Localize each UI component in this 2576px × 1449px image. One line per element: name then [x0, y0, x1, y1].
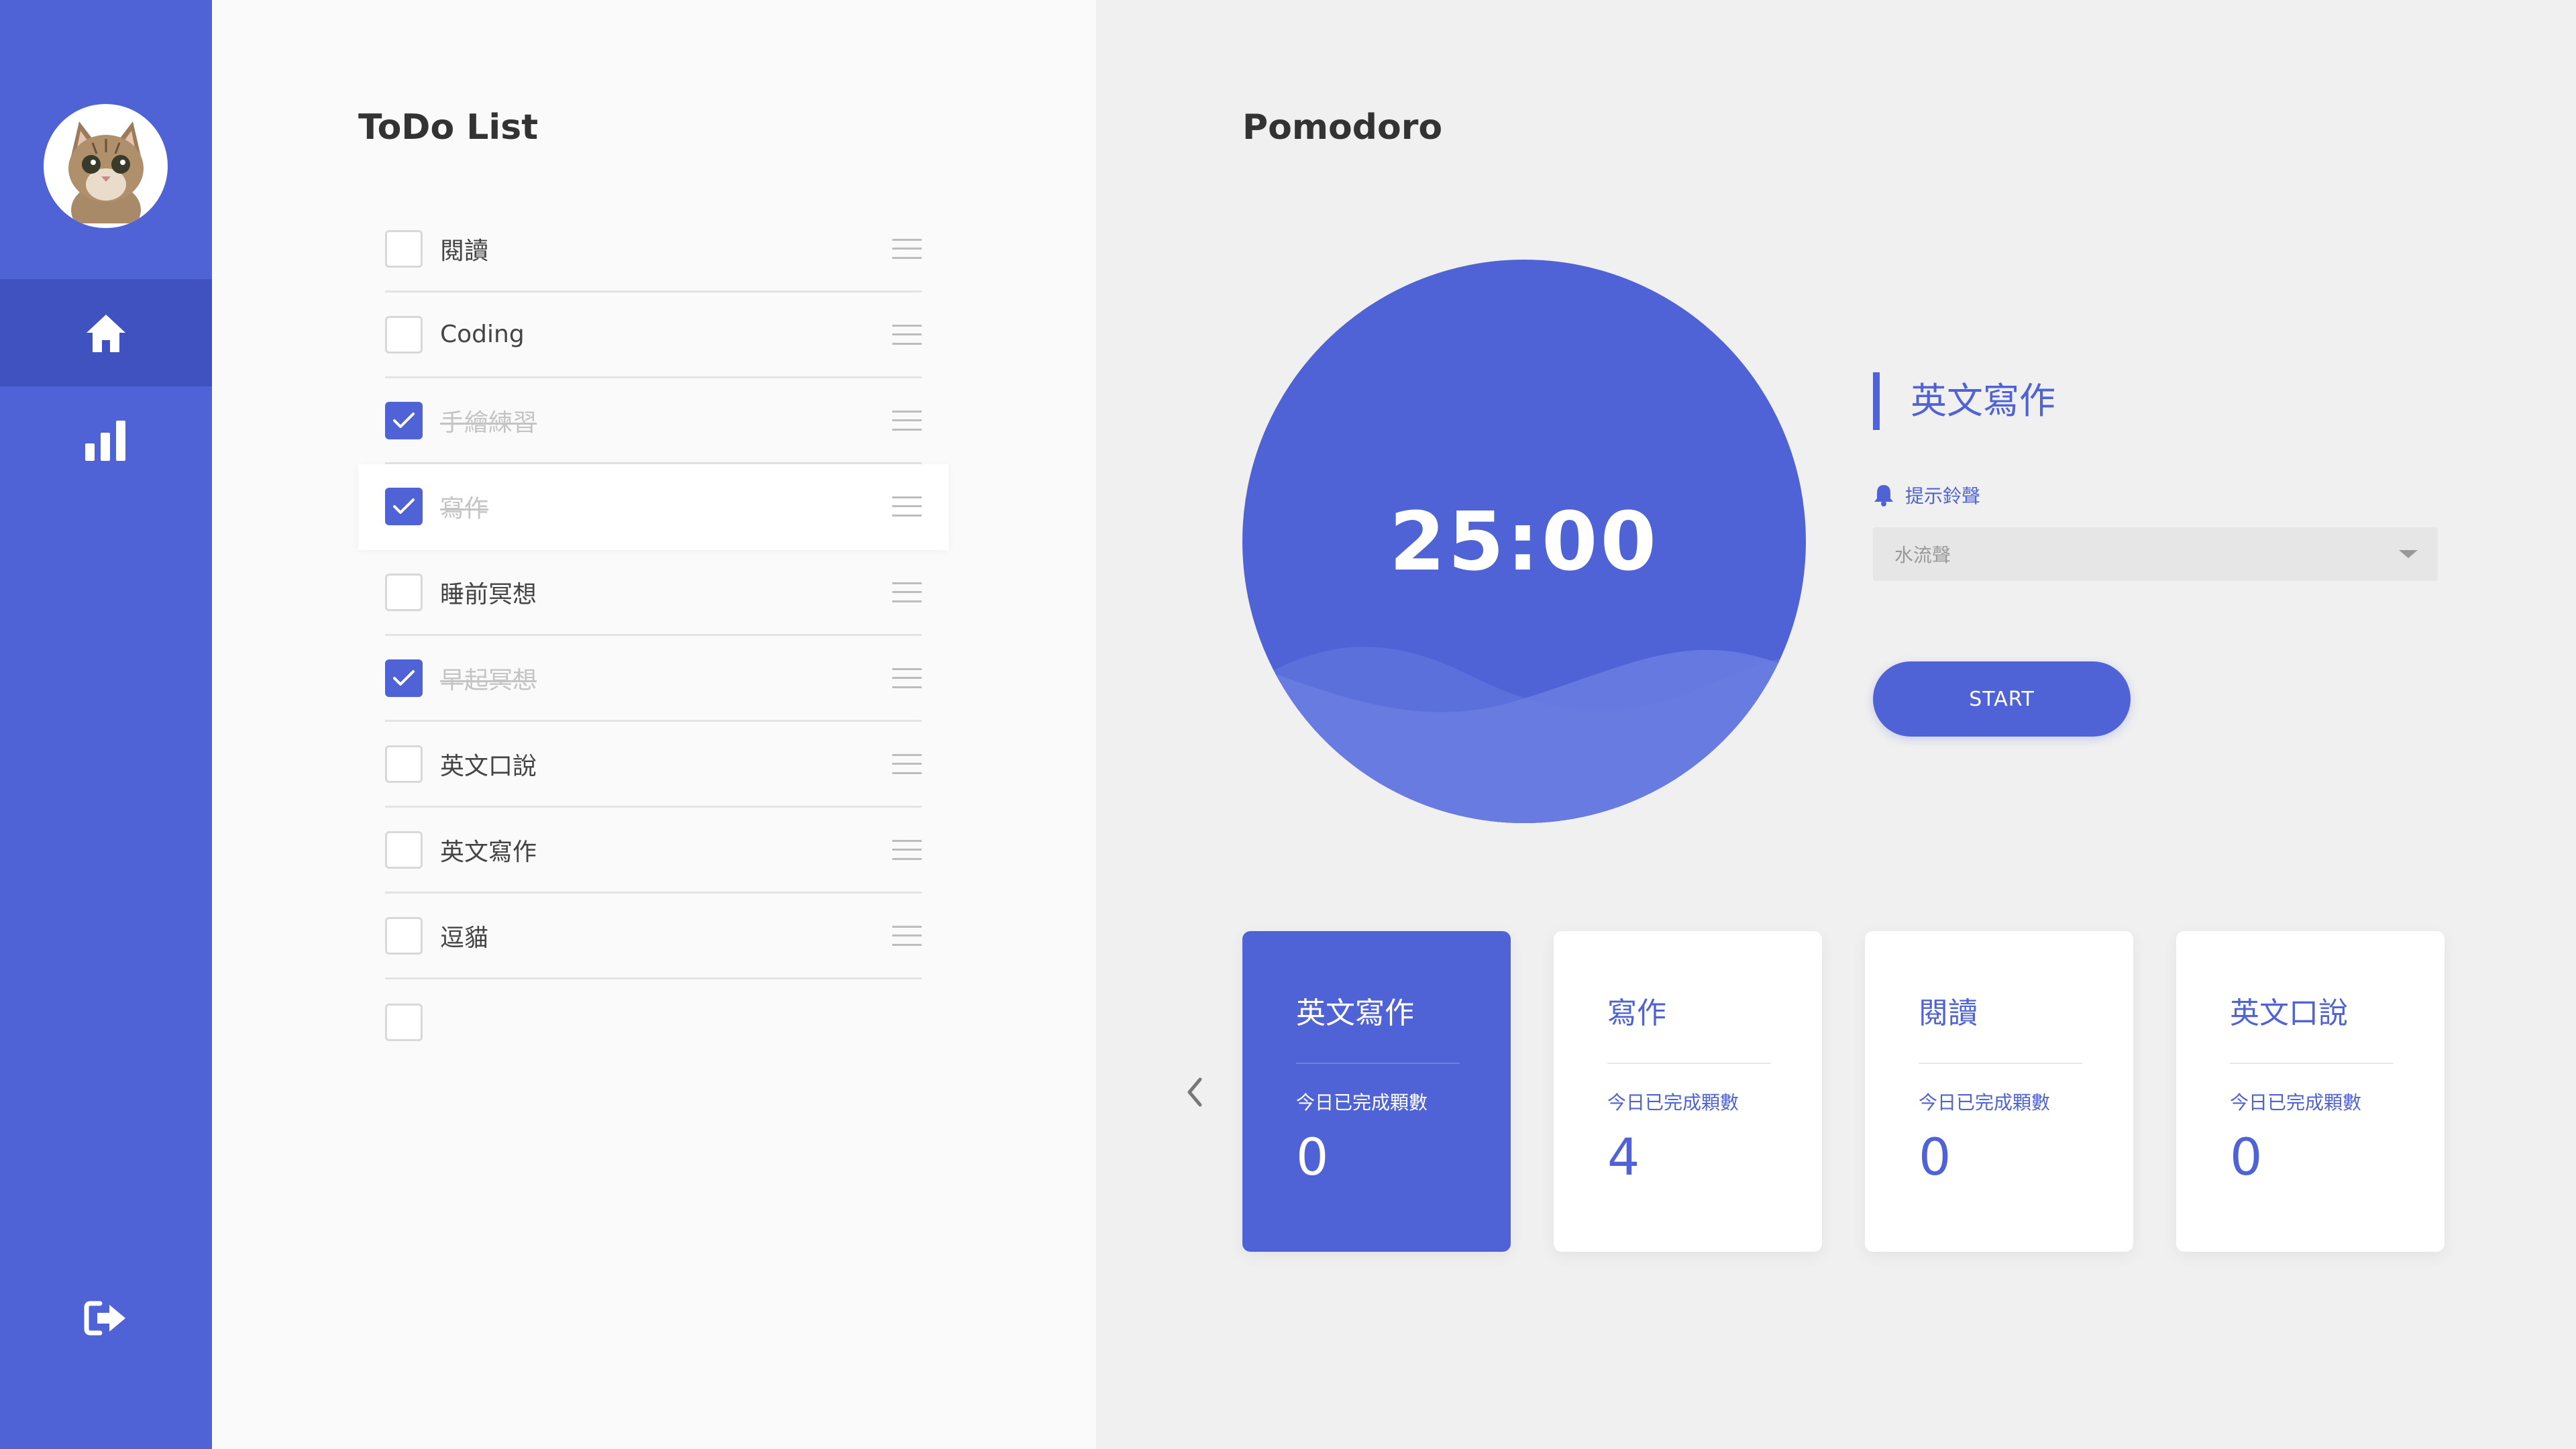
- todo-checkbox[interactable]: [385, 401, 423, 439]
- sidebar: [0, 0, 212, 1449]
- task-card[interactable]: 寫作今日已完成顆數 4: [1554, 931, 1822, 1252]
- todo-label: 英文口說: [440, 752, 537, 780]
- todo-item[interactable]: 閱讀: [358, 207, 949, 292]
- todo-row: 閱讀: [385, 207, 922, 292]
- todo-row: 早起冥想: [385, 636, 922, 722]
- todo-row: 寫作: [385, 464, 922, 550]
- logout-button[interactable]: [0, 1268, 212, 1368]
- card-title: 英文口說: [2230, 996, 2348, 1030]
- current-task-heading: 英文寫作: [1873, 372, 2055, 430]
- bar-chart-icon: [85, 421, 125, 461]
- todo-row: 英文口說: [385, 722, 922, 808]
- card-divider: [1296, 1063, 1460, 1064]
- alarm-label-text: 提示鈴聲: [1905, 485, 1981, 507]
- todo-label: 手繪練習: [440, 409, 537, 437]
- todo-title: ToDo List: [358, 107, 539, 148]
- drag-handle-icon[interactable]: [892, 925, 922, 946]
- card-title: 寫作: [1607, 996, 1666, 1030]
- card-subtitle: 今日已完成顆數: [1296, 1091, 1428, 1114]
- todo-checkbox[interactable]: [385, 830, 423, 869]
- chevron-left-icon: [1187, 1077, 1202, 1107]
- todo-label: 寫作: [440, 494, 489, 523]
- todo-checkbox[interactable]: [385, 745, 423, 783]
- todo-checkbox[interactable]: [385, 315, 423, 354]
- todo-item[interactable]: 早起冥想: [358, 636, 949, 722]
- alarm-label: 提示鈴聲: [1873, 482, 1980, 508]
- user-avatar[interactable]: [44, 104, 168, 228]
- nav-home[interactable]: [0, 279, 212, 386]
- todo-checkbox[interactable]: [385, 229, 423, 268]
- card-title: 英文寫作: [1296, 996, 1414, 1030]
- timer-circle: 25:00: [1242, 260, 1806, 823]
- alarm-sound-value: 水流聲: [1894, 544, 1951, 566]
- todo-row: 睡前冥想: [385, 550, 922, 636]
- check-icon: [393, 498, 415, 514]
- prev-cards-button[interactable]: [1177, 1072, 1211, 1112]
- todo-label: 逗貓: [440, 924, 489, 952]
- todo-checkbox[interactable]: [385, 487, 423, 525]
- todo-checkbox[interactable]: [385, 916, 423, 955]
- todo-list: 閱讀 Coding 手繪練習寫作睡前冥想早起冥想英文口說英文寫作逗貓: [358, 207, 949, 1065]
- todo-label: 睡前冥想: [440, 580, 537, 608]
- chevron-down-icon: [2399, 550, 2418, 558]
- drag-handle-icon[interactable]: [892, 667, 922, 688]
- todo-item[interactable]: 英文寫作: [358, 808, 949, 894]
- todo-label: Coding: [440, 321, 525, 348]
- home-icon: [87, 315, 125, 352]
- todo-checkbox[interactable]: [385, 573, 423, 611]
- todo-checkbox[interactable]: [385, 659, 423, 697]
- card-subtitle: 今日已完成顆數: [1607, 1091, 1739, 1114]
- todo-row: Coding: [385, 292, 922, 378]
- pomodoro-title: Pomodoro: [1242, 107, 1443, 148]
- timer-display: 25:00: [1389, 496, 1659, 589]
- drag-handle-icon[interactable]: [892, 410, 922, 431]
- todo-item[interactable]: 睡前冥想: [358, 550, 949, 636]
- card-subtitle: 今日已完成顆數: [2230, 1091, 2362, 1114]
- card-divider: [1919, 1063, 2082, 1064]
- todo-checkbox[interactable]: [385, 1004, 423, 1041]
- check-icon: [393, 669, 415, 686]
- card-count: 0: [2230, 1127, 2263, 1187]
- drag-handle-icon[interactable]: [892, 582, 922, 602]
- cat-avatar-icon: [68, 121, 144, 223]
- todo-row: 手繪練習: [385, 378, 922, 464]
- nav-stats[interactable]: [0, 386, 212, 494]
- card-title: 閱讀: [1919, 996, 1978, 1030]
- card-divider: [2230, 1063, 2394, 1064]
- check-icon: [393, 412, 415, 428]
- todo-label: 閱讀: [440, 237, 489, 265]
- task-card[interactable]: 閱讀今日已完成顆數 0: [1865, 931, 2133, 1252]
- card-subtitle: 今日已完成顆數: [1919, 1091, 2051, 1114]
- todo-item[interactable]: 逗貓: [358, 894, 949, 979]
- drag-handle-icon[interactable]: [892, 238, 922, 259]
- todo-item[interactable]: [358, 979, 949, 1065]
- drag-handle-icon[interactable]: [892, 324, 922, 345]
- todo-row: 逗貓: [385, 894, 922, 979]
- start-button[interactable]: START: [1873, 661, 2131, 737]
- todo-row: [385, 979, 922, 1065]
- todo-label: 英文寫作: [440, 838, 537, 866]
- card-divider: [1607, 1063, 1771, 1064]
- todo-row: 英文寫作: [385, 808, 922, 894]
- todo-item[interactable]: 英文口說: [358, 722, 949, 808]
- alarm-sound-select[interactable]: 水流聲: [1873, 527, 2438, 581]
- task-card[interactable]: 英文寫作今日已完成顆數 0: [1242, 931, 1511, 1252]
- drag-handle-icon[interactable]: [892, 753, 922, 774]
- todo-item[interactable]: 寫作: [358, 464, 949, 550]
- todo-panel: ToDo List 閱讀 Coding 手繪練習寫作睡前冥想早起冥想英文口說英文寫作…: [212, 0, 1096, 1449]
- todo-label: 早起冥想: [440, 666, 537, 694]
- card-count: 0: [1919, 1127, 1951, 1187]
- todo-item[interactable]: Coding: [358, 292, 949, 378]
- card-count: 0: [1296, 1127, 1329, 1187]
- task-card[interactable]: 英文口說今日已完成顆數 0: [2176, 931, 2445, 1252]
- card-count: 4: [1607, 1127, 1640, 1187]
- logout-icon: [84, 1301, 125, 1336]
- bell-icon: [1874, 485, 1893, 506]
- todo-item[interactable]: 手繪練習: [358, 378, 949, 464]
- drag-handle-icon[interactable]: [892, 496, 922, 517]
- drag-handle-icon[interactable]: [892, 839, 922, 860]
